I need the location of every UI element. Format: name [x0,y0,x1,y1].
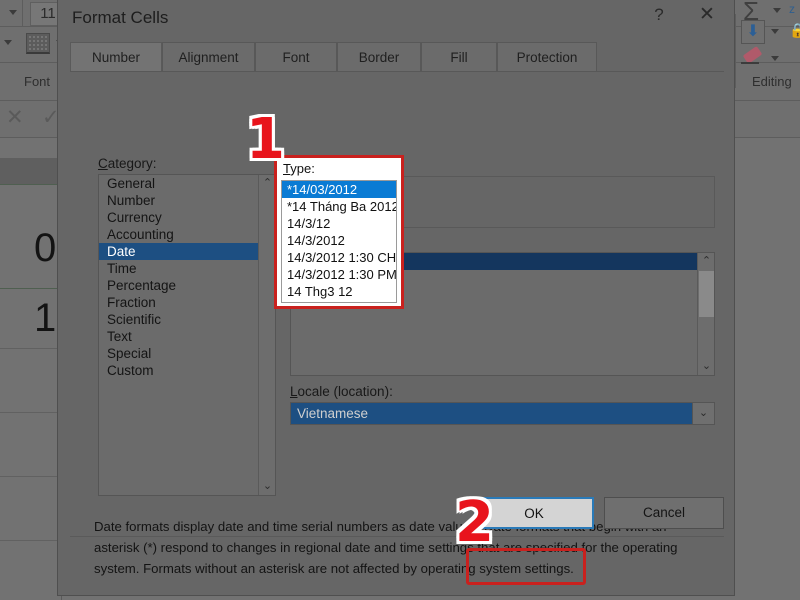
type-item[interactable]: 14 Thg3 12 [282,283,396,300]
grid-line [0,348,62,349]
type-label: Type: [283,161,315,176]
scroll-down-icon[interactable]: ⌄ [698,358,714,375]
category-item[interactable]: General [99,175,275,192]
type-item[interactable]: 14/3/2012 1:30 CH [282,249,396,266]
tab-border[interactable]: Border [337,42,421,72]
dialog-title-bar[interactable]: Format Cells ? ✕ [58,0,734,38]
category-item[interactable]: Accounting [99,226,275,243]
scroll-down-icon[interactable]: ⌄ [259,478,275,495]
type-item[interactable]: 14/3/2012 [282,232,396,249]
cell-value[interactable]: 1 [34,298,56,338]
borders-icon[interactable] [26,33,50,54]
type-item[interactable]: 14/3/2012 1:30 PM [282,266,396,283]
category-item[interactable]: Text [99,328,275,345]
tab-alignment[interactable]: Alignment [162,42,255,72]
tab-number[interactable]: Number [70,42,162,72]
cell-value[interactable]: 0 [34,228,56,268]
sort-filter-icon[interactable]: z [789,2,795,16]
category-item[interactable]: Time [99,260,275,277]
type-items-list[interactable]: *14/03/2012 *14 Tháng Ba 2012 14/3/12 14/3/… [281,180,397,303]
grid-line [0,476,62,477]
annotation-highlight-type: Type: *14/03/2012 *14 Tháng Ba 2012 14/3/1… [274,155,404,309]
dialog-separator [70,536,724,537]
category-item[interactable]: Currency [99,209,275,226]
lock-icon[interactable]: 🔒 [789,22,800,39]
eraser-underline [741,62,759,64]
tab-fill[interactable]: Fill [421,42,497,72]
underline-chevron-down-icon[interactable] [4,40,12,45]
clear-chevron-down-icon[interactable] [771,56,779,61]
category-item[interactable]: Percentage [99,277,275,294]
column-header-row [0,158,62,184]
scrollbar-thumb[interactable] [699,271,714,317]
locale-value: Vietnamese [297,406,369,421]
help-icon[interactable]: ? [636,0,682,30]
group-label-font: Font [24,74,51,89]
category-item[interactable]: Number [99,192,275,209]
locale-label: Locale (location): [290,384,393,399]
chevron-down-icon[interactable] [9,10,17,15]
category-item[interactable]: Fraction [99,294,275,311]
dialog-title: Format Cells [72,8,169,27]
type-item[interactable]: *14/03/2012 [282,181,396,198]
close-icon[interactable]: ✕ [684,0,730,30]
fill-down-button[interactable]: ⬇ [741,20,765,44]
annotation-step-1: 1 [246,107,285,172]
fill-down-icon: ⬇ [746,23,760,40]
fill-chevron-down-icon[interactable] [771,29,779,34]
type-item[interactable]: 14/3/12 [282,215,396,232]
autosum-chevron-down-icon[interactable] [773,8,781,13]
grid-line [0,184,62,185]
grid-line [0,540,62,541]
chevron-down-icon[interactable]: ⌄ [692,403,714,424]
tab-font[interactable]: Font [255,42,337,72]
category-listbox[interactable]: General Number Currency Accounting Date Time P… [98,174,276,496]
category-item[interactable]: Scientific [99,311,275,328]
type-scrollbar[interactable]: ⌃ ⌄ [697,253,714,375]
ribbon-sep [22,0,23,26]
grid-line [0,412,62,413]
locale-select[interactable]: Vietnamese ⌄ [290,402,715,425]
category-item[interactable]: Custom [99,362,275,379]
type-item[interactable]: *14 Tháng Ba 2012 [282,198,396,215]
category-item[interactable]: Special [99,345,275,362]
scroll-up-icon[interactable]: ⌃ [698,253,714,270]
group-label-editing: Editing [752,74,792,89]
cancel-entry-icon[interactable]: ✕ [6,107,24,128]
annotation-step-2: 2 [455,490,494,555]
category-item[interactable]: Date [99,243,275,260]
category-label: Category: [98,156,157,171]
tab-protection[interactable]: Protection [497,42,597,72]
category-scrollbar[interactable]: ⌃ ⌄ [258,175,275,495]
cancel-button[interactable]: Cancel [604,497,724,529]
editing-group-sep [735,14,736,88]
grid-line [0,288,62,289]
tab-strip: Number Alignment Font Border Fill Protec… [70,42,724,72]
